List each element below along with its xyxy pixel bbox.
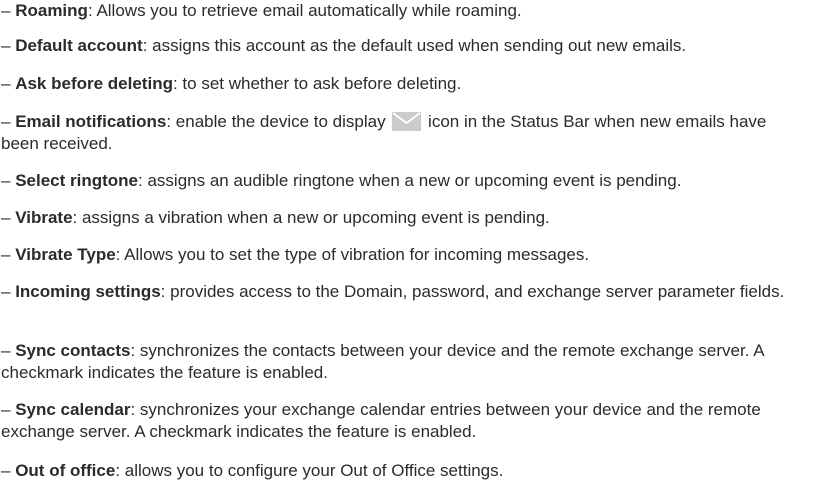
bullet-dash: –	[1, 1, 11, 20]
bullet-dash: –	[1, 461, 11, 480]
list-item-roaming: – Roaming: Allows you to retrieve email …	[1, 0, 806, 22]
term-label: Vibrate	[15, 208, 73, 227]
list-item-vibrate-type: – Vibrate Type: Allows you to set the ty…	[1, 244, 806, 266]
bullet-dash: –	[1, 112, 11, 131]
bullet-dash: –	[1, 208, 11, 227]
term-label: Ask before deleting	[15, 74, 173, 93]
bullet-dash: –	[1, 36, 11, 55]
envelope-icon	[392, 112, 422, 131]
term-description-before-icon: : enable the device to display	[166, 112, 391, 131]
list-item-incoming-settings: – Incoming settings: provides access to …	[1, 281, 806, 303]
term-description: : Allows you to retrieve email automatic…	[87, 1, 522, 20]
term-label: Email notifications	[15, 112, 167, 131]
list-item-out-of-office: – Out of office: allows you to configure…	[1, 460, 806, 482]
term-label: Select ringtone	[15, 171, 139, 190]
list-item-vibrate: – Vibrate: assigns a vibration when a ne…	[1, 207, 806, 229]
list-item-sync-calendar: – Sync calendar: synchronizes your excha…	[1, 399, 806, 443]
term-label: Vibrate Type	[15, 245, 116, 264]
term-description: : Allows you to set the type of vibratio…	[115, 245, 590, 264]
bullet-dash: –	[1, 400, 11, 419]
term-description: : assigns a vibration when a new or upco…	[72, 208, 550, 227]
list-item-sync-contacts: – Sync contacts: synchronizes the contac…	[1, 340, 806, 384]
list-item-select-ringtone: – Select ringtone: assigns an audible ri…	[1, 170, 806, 192]
term-description: : provides access to the Domain, passwor…	[160, 282, 785, 301]
bullet-dash: –	[1, 74, 11, 93]
term-description: : allows you to configure your Out of Of…	[115, 461, 504, 480]
term-label: Default account	[15, 36, 143, 55]
term-label: Sync contacts	[15, 341, 131, 360]
list-item-ask-before-deleting: – Ask before deleting: to set whether to…	[1, 73, 806, 95]
term-label: Incoming settings	[15, 282, 161, 301]
bullet-dash: –	[1, 282, 11, 301]
term-description: : to set whether to ask before deleting.	[172, 74, 462, 93]
term-label: Out of office	[15, 461, 116, 480]
term-label: Roaming	[15, 1, 88, 20]
bullet-dash: –	[1, 341, 11, 360]
bullet-dash: –	[1, 245, 11, 264]
term-description: : assigns an audible ringtone when a new…	[138, 171, 682, 190]
term-description: : assigns this account as the default us…	[142, 36, 687, 55]
list-item-default-account: – Default account: assigns this account …	[1, 35, 806, 57]
bullet-dash: –	[1, 171, 11, 190]
list-item-email-notifications: – Email notifications: enable the device…	[1, 111, 806, 155]
term-label: Sync calendar	[15, 400, 131, 419]
